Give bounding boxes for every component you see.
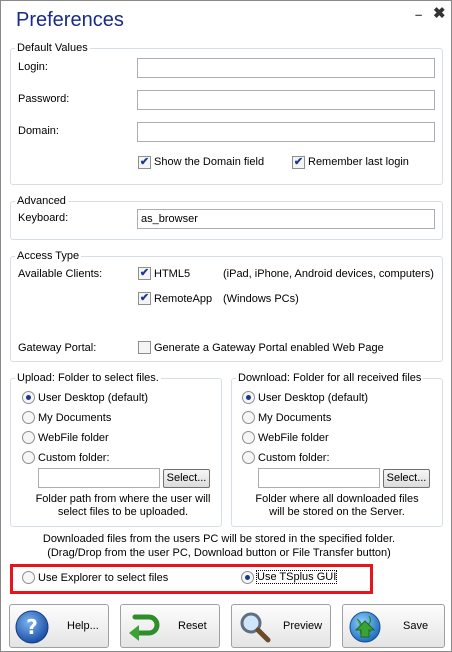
window-title: Preferences xyxy=(16,9,124,31)
downloaded-note-line2: (Drag/Drop from the user PC, Download bu… xyxy=(47,547,391,559)
explorer-label: Use Explorer to select files xyxy=(38,572,169,584)
default-values-legend: Default Values xyxy=(17,42,88,54)
preview-button[interactable]: Preview xyxy=(231,604,331,648)
password-label: Password: xyxy=(18,93,70,105)
remember-login-label: Remember last login xyxy=(308,156,409,168)
upload-option-custom: Custom folder: xyxy=(38,452,110,464)
download-option-webfile: WebFile folder xyxy=(258,432,329,444)
upload-option-user-desktop: User Desktop (default) xyxy=(38,392,149,404)
html5-label: HTML5 xyxy=(154,268,191,280)
html5-checkbox[interactable]: ✔ xyxy=(138,267,151,280)
preferences-window: Preferences – ✖ Default Values Login: Pa… xyxy=(0,0,452,652)
password-input[interactable] xyxy=(137,90,435,110)
downloaded-note-line1: Downloaded files from the users PC will … xyxy=(42,533,396,545)
keyboard-input[interactable]: as_browser xyxy=(137,209,435,229)
question-icon: ? xyxy=(15,610,49,644)
upload-radio-webfile[interactable] xyxy=(22,431,35,444)
download-radio-user-desktop[interactable] xyxy=(242,391,255,404)
gateway-portal-label: Gateway Portal: xyxy=(18,342,97,354)
keyboard-label: Keyboard: xyxy=(18,212,69,224)
save-button[interactable]: Save xyxy=(342,604,445,648)
upload-radio-my-documents[interactable] xyxy=(22,411,35,424)
download-option-my-documents: My Documents xyxy=(258,412,332,424)
remember-login-checkbox[interactable]: ✔ xyxy=(292,156,305,169)
remoteapp-label: RemoteApp xyxy=(154,293,213,305)
preview-button-label: Preview xyxy=(283,620,323,632)
explorer-radio[interactable] xyxy=(22,571,35,584)
upload-radio-custom[interactable] xyxy=(22,451,35,464)
advanced-legend: Advanced xyxy=(17,195,66,207)
help-button[interactable]: ? Help... xyxy=(9,604,109,648)
show-domain-checkbox[interactable]: ✔ xyxy=(138,156,151,169)
save-button-label: Save xyxy=(403,620,429,632)
upload-custom-folder-input[interactable] xyxy=(38,468,160,488)
remoteapp-checkbox[interactable]: ✔ xyxy=(138,292,151,305)
access-type-legend: Access Type xyxy=(17,250,80,262)
close-button[interactable]: ✖ xyxy=(433,4,446,22)
download-radio-my-documents[interactable] xyxy=(242,411,255,424)
upload-hint-line1: Folder path from where the user will xyxy=(35,493,211,505)
download-option-custom: Custom folder: xyxy=(258,452,330,464)
minimize-button[interactable]: – xyxy=(415,7,422,22)
reset-button[interactable]: Reset xyxy=(120,604,220,648)
gateway-portal-option-label: Generate a Gateway Portal enabled Web Pa… xyxy=(154,342,384,354)
globe-save-icon xyxy=(349,611,381,643)
upload-option-webfile: WebFile folder xyxy=(38,432,109,444)
upload-option-my-documents: My Documents xyxy=(38,412,112,424)
upload-hint-line2: select files to be uploaded. xyxy=(57,506,189,518)
upload-legend: Upload: Folder to select files. xyxy=(17,372,159,384)
magnifier-icon xyxy=(240,612,271,643)
download-legend: Download: Folder for all received files xyxy=(238,372,422,384)
remoteapp-note: (Windows PCs) xyxy=(223,293,299,305)
reset-button-label: Reset xyxy=(178,620,207,632)
upload-radio-user-desktop[interactable] xyxy=(22,391,35,404)
tsplus-gui-radio[interactable] xyxy=(241,571,254,584)
domain-input[interactable] xyxy=(137,122,435,142)
tsplus-gui-label: Use TSplus GUI xyxy=(255,570,338,584)
download-select-button[interactable]: Select... xyxy=(383,469,430,488)
download-radio-custom[interactable] xyxy=(242,451,255,464)
domain-label: Domain: xyxy=(18,125,59,137)
available-clients-label: Available Clients: xyxy=(18,268,103,280)
undo-arrow-icon xyxy=(129,614,160,641)
download-option-user-desktop: User Desktop (default) xyxy=(258,392,369,404)
svg-text:?: ? xyxy=(26,615,38,639)
download-hint-line2: will be stored on the Server. xyxy=(269,506,405,518)
download-hint-line1: Folder where all downloaded files xyxy=(255,493,419,505)
download-radio-webfile[interactable] xyxy=(242,431,255,444)
upload-select-button[interactable]: Select... xyxy=(163,469,210,488)
login-label: Login: xyxy=(18,61,48,73)
show-domain-label: Show the Domain field xyxy=(154,156,265,168)
gateway-portal-checkbox[interactable] xyxy=(138,341,151,354)
login-input[interactable] xyxy=(137,58,435,78)
download-custom-folder-input[interactable] xyxy=(258,468,380,488)
help-button-label: Help... xyxy=(67,620,99,632)
html5-note: (iPad, iPhone, Android devices, computer… xyxy=(223,268,434,280)
